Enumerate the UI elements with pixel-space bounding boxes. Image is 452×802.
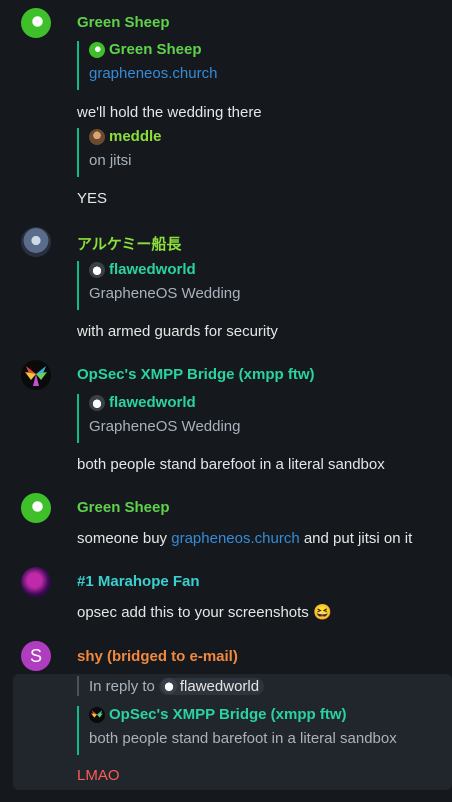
link[interactable]: grapheneos.church	[89, 65, 217, 82]
reply-quote[interactable]: flawedworld GrapheneOS Wedding	[77, 394, 241, 443]
avatar-mini	[89, 261, 105, 278]
bird-logo-icon	[25, 366, 47, 386]
avatar-mini	[160, 678, 177, 694]
sender-name[interactable]: Green Sheep	[77, 14, 170, 31]
reply-quote[interactable]: OpSec's XMPP Bridge (xmpp ftw) both peop…	[77, 706, 397, 755]
quote-text: GrapheneOS Wedding	[89, 285, 241, 302]
quote-sender: OpSec's XMPP Bridge (xmpp ftw)	[109, 706, 347, 723]
avatar-mini	[89, 41, 105, 58]
sender-name[interactable]: Green Sheep	[77, 499, 170, 516]
sender-name[interactable]: shy (bridged to e-mail)	[77, 648, 238, 665]
message-text: opsec add this to your screenshots 😆	[77, 603, 332, 621]
reply-quote[interactable]: Green Sheep grapheneos.church	[77, 41, 217, 90]
quote-text: on jitsi	[89, 152, 132, 169]
message-text: with armed guards for security	[77, 323, 278, 340]
quote-text: both people stand barefoot in a literal …	[89, 730, 397, 747]
text-part: and put jitsi on it	[299, 530, 413, 547]
sender-name[interactable]: アルケミー船長	[77, 233, 181, 254]
reply-quote[interactable]: flawedworld GrapheneOS Wedding	[77, 261, 241, 310]
quote-sender: flawedworld	[109, 261, 196, 278]
quote-sender: meddle	[109, 128, 162, 145]
message-text: we'll hold the wedding there	[77, 104, 262, 121]
message-text: YES	[77, 190, 108, 207]
quote-sender: Green Sheep	[109, 41, 202, 58]
text-part: opsec add this to your screenshots	[77, 604, 309, 621]
avatar[interactable]	[21, 227, 51, 257]
avatar[interactable]: S	[21, 641, 51, 671]
text-part: someone buy	[77, 530, 172, 547]
avatar[interactable]	[21, 567, 51, 597]
message-text: LMAO	[77, 767, 120, 784]
avatar[interactable]	[21, 8, 51, 38]
reply-user: flawedworld	[179, 677, 260, 695]
sender-name[interactable]: #1 Marahope Fan	[77, 573, 200, 590]
reply-quote[interactable]: meddle on jitsi	[77, 128, 162, 177]
reply-prefix: In reply to	[89, 677, 155, 695]
bird-logo-icon	[89, 706, 105, 723]
quote-text: GrapheneOS Wedding	[89, 418, 241, 435]
avatar-mini	[89, 394, 105, 411]
avatar[interactable]	[21, 493, 51, 523]
link[interactable]: grapheneos.church	[171, 530, 299, 547]
avatar-mini	[89, 128, 105, 145]
message-text: someone buy grapheneos.church and put ji…	[77, 530, 412, 547]
in-reply-to[interactable]: In reply to flawedworld	[77, 676, 265, 696]
message-text: both people stand barefoot in a literal …	[77, 456, 385, 473]
avatar[interactable]	[21, 360, 51, 390]
sender-name[interactable]: OpSec's XMPP Bridge (xmpp ftw)	[77, 366, 315, 383]
laughing-emoji-icon: 😆	[312, 604, 332, 621]
quote-sender: flawedworld	[109, 394, 196, 411]
user-pill[interactable]: flawedworld	[158, 677, 265, 695]
